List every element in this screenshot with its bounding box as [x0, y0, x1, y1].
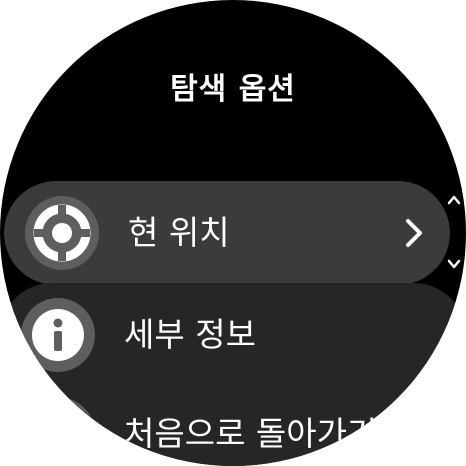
back-icon: [36, 420, 80, 460]
chevron-right-icon: [406, 219, 422, 247]
menu-item-return-to-start[interactable]: 처음으로 돌아가기: [0, 382, 466, 466]
menu-item-details[interactable]: 세부 정보: [0, 283, 466, 387]
screen-root: 탐색 옵션 현 위치 세부 정보 처음으로 돌아가기: [0, 0, 466, 466]
info-icon: [32, 309, 84, 361]
menu-item-label: 처음으로 돌아가기: [124, 414, 378, 453]
page-title: 탐색 옵션: [170, 72, 296, 107]
icon-circle: [25, 196, 99, 270]
menu-item-current-location[interactable]: 현 위치: [4, 181, 450, 285]
icon-circle: [21, 397, 95, 466]
icon-circle: [21, 298, 95, 372]
menu-item-label: 현 위치: [128, 213, 230, 252]
scroll-down-icon[interactable]: [446, 256, 462, 272]
scroll-up-icon[interactable]: [446, 192, 462, 208]
menu-item-label: 세부 정보: [124, 315, 256, 354]
location-target-icon: [33, 204, 91, 262]
watch-face: 탐색 옵션 현 위치 세부 정보 처음으로 돌아가기: [0, 0, 466, 466]
